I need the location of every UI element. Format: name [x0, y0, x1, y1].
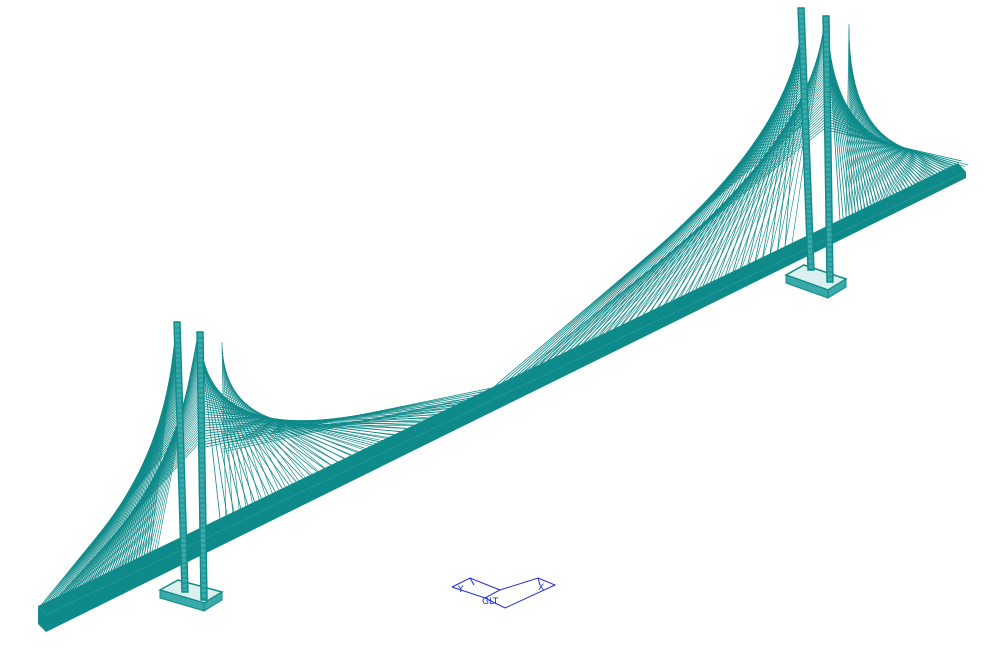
stay-cable [650, 64, 804, 311]
bridge-3d-model: Y GLT X [38, 7, 969, 632]
left-tower-base [158, 579, 224, 612]
right-tower-base [784, 264, 848, 299]
model-viewport[interactable]: Y GLT X [0, 0, 1002, 656]
axis-label-origin: GLT [482, 597, 499, 607]
axis-label-y: Y [457, 585, 464, 595]
axis-label-x: X [538, 583, 544, 593]
axis-triad: Y GLT X [451, 577, 557, 609]
stay-cables-right-tower-main-span [494, 13, 826, 391]
